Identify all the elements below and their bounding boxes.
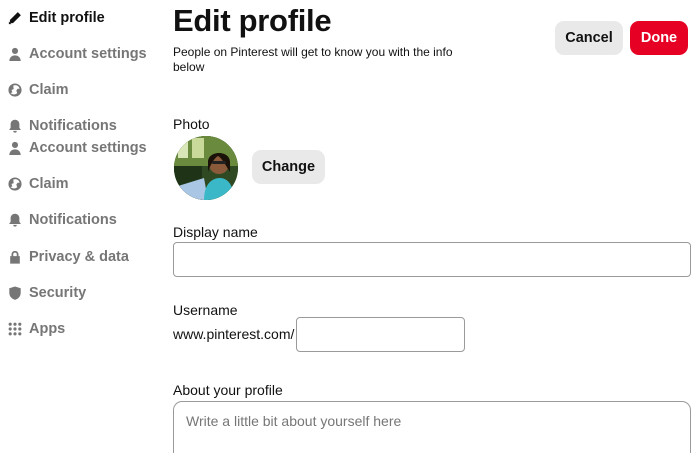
sidebar-item-label: Account settings (29, 46, 147, 62)
lock-icon (8, 250, 22, 264)
shield-icon (8, 286, 22, 300)
sidebar-item-claim[interactable]: Claim (8, 82, 69, 98)
pencil-icon (8, 11, 22, 25)
sidebar-item-label: Apps (29, 321, 66, 337)
sidebar-item-account-settings[interactable]: Account settings (8, 140, 147, 156)
sidebar-item-label: Notifications (29, 118, 117, 134)
profile-photo (174, 136, 238, 200)
bell-icon (8, 119, 22, 133)
apps-grid-icon (8, 322, 22, 336)
sidebar-item-label: Privacy & data (29, 249, 129, 265)
about-profile-label: About your profile (173, 382, 283, 398)
sidebar-item-apps[interactable]: Apps (8, 321, 65, 337)
photo-label: Photo (173, 116, 210, 132)
cancel-button[interactable]: Cancel (555, 21, 623, 55)
display-name-label: Display name (173, 224, 258, 240)
avatar[interactable] (174, 136, 238, 200)
page-subtitle: People on Pinterest will get to know you… (173, 45, 453, 74)
sidebar-item-claim[interactable]: Claim (8, 176, 69, 192)
person-icon (8, 141, 22, 155)
sidebar-item-label: Claim (29, 176, 69, 192)
sidebar-item-privacy-data[interactable]: Privacy & data (8, 249, 129, 265)
page-title: Edit profile (173, 3, 332, 38)
sidebar-item-notifications[interactable]: Notifications (8, 212, 117, 228)
globe-icon (8, 177, 22, 191)
change-photo-button[interactable]: Change (252, 150, 325, 184)
username-field[interactable] (296, 317, 465, 352)
globe-icon (8, 83, 22, 97)
sidebar-item-security[interactable]: Security (8, 285, 86, 301)
done-button[interactable]: Done (630, 21, 688, 55)
display-name-field[interactable] (173, 242, 691, 277)
sidebar-item-account-settings[interactable]: Account settings (8, 46, 147, 62)
username-label: Username (173, 302, 238, 318)
sidebar-item-notifications[interactable]: Notifications (8, 118, 117, 134)
person-icon (8, 47, 22, 61)
username-url-prefix: www.pinterest.com/ (173, 326, 295, 342)
sidebar-item-label: Security (29, 285, 87, 301)
bell-icon (8, 213, 22, 227)
sidebar-item-label: Edit profile (29, 10, 105, 26)
sidebar-item-label: Claim (29, 82, 69, 98)
sidebar-item-edit-profile[interactable]: Edit profile (8, 10, 105, 26)
sidebar-item-label: Account settings (29, 140, 147, 156)
sidebar-item-label: Notifications (29, 212, 117, 228)
about-profile-textarea[interactable] (173, 401, 691, 453)
